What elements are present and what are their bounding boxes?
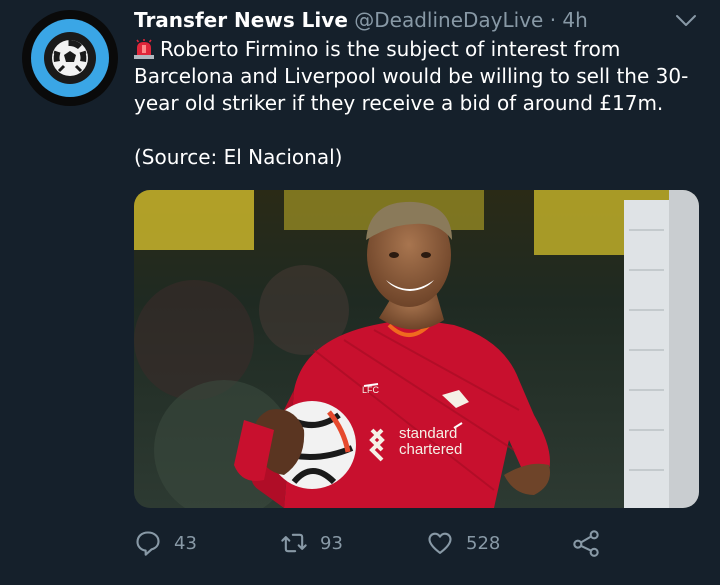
retweet-button[interactable]: 93 [280, 528, 343, 558]
reply-count: 43 [174, 532, 197, 554]
reply-button[interactable]: 43 [134, 528, 197, 558]
sponsor-line-2: chartered [399, 441, 462, 458]
tweet-header: Transfer News Live @DeadlineDayLive · 4h [134, 7, 650, 33]
share-icon [573, 530, 599, 557]
share-button[interactable] [572, 528, 612, 558]
tweet-time[interactable]: 4h [562, 8, 587, 32]
chevron-down-icon[interactable] [674, 8, 698, 32]
tweet-source: (Source: El Nacional) [134, 145, 343, 169]
retweet-count: 93 [320, 532, 343, 554]
tweet-body: Roberto Firmino is the subject of intere… [134, 37, 689, 115]
retweet-icon [281, 533, 307, 553]
tweet-actions: 43 93 528 [134, 528, 704, 558]
sponsor-line-1: standard [399, 425, 457, 442]
avatar[interactable] [22, 10, 118, 106]
badge-text: LFC [362, 385, 380, 395]
tweet-media-image[interactable]: LFC standard chartered [134, 190, 699, 508]
author-name[interactable]: Transfer News Live [134, 8, 348, 32]
siren-icon [134, 39, 154, 59]
tweet-text: Roberto Firmino is the subject of intere… [134, 36, 704, 171]
soccer-ball-icon [52, 40, 88, 76]
like-count: 528 [466, 532, 501, 554]
author-handle[interactable]: @DeadlineDayLive [354, 8, 543, 32]
heart-icon [428, 532, 452, 554]
like-button[interactable]: 528 [426, 528, 500, 558]
separator-dot: · [549, 8, 557, 32]
reply-icon [136, 531, 160, 556]
